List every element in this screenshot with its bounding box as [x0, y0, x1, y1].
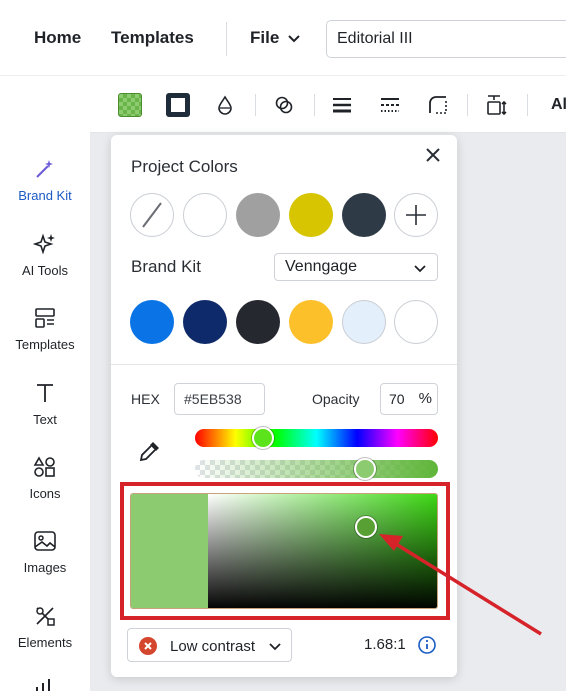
contrast-dropdown[interactable]: Low contrast	[127, 628, 292, 662]
toolbar-divider	[467, 94, 468, 116]
sidebar-item-templates[interactable]: Templates	[0, 306, 90, 354]
opacity-drop-icon	[218, 95, 232, 115]
opacity-value: 70	[389, 391, 405, 407]
border-color-icon	[166, 93, 190, 117]
hue-slider[interactable]	[195, 429, 438, 447]
low-contrast-icon	[139, 637, 157, 655]
text-icon	[37, 384, 53, 402]
element-toolbar: Al	[90, 77, 566, 133]
sidebar-item-label: Elements	[17, 635, 73, 650]
brand-color-swatch[interactable]	[289, 300, 333, 344]
mask-button[interactable]	[271, 92, 297, 118]
file-menu[interactable]: File	[250, 28, 301, 48]
nav-templates[interactable]: Templates	[111, 28, 194, 48]
sidebar-item-icons[interactable]: Icons	[0, 455, 90, 503]
line-style-button[interactable]	[377, 92, 403, 118]
swatch-no-color[interactable]	[130, 193, 174, 237]
mask-icon	[275, 96, 293, 114]
fill-color-icon	[118, 93, 142, 117]
sidebar-item-elements[interactable]: Elements	[0, 604, 90, 652]
add-color-button[interactable]	[394, 193, 438, 237]
opacity-unit: %	[418, 390, 432, 407]
close-icon[interactable]	[423, 145, 443, 165]
brand-kit-select[interactable]: Venngage	[274, 253, 438, 281]
popover-divider	[111, 364, 457, 365]
opacity-slider-handle[interactable]	[354, 458, 376, 480]
opacity-input[interactable]: 70 %	[380, 383, 438, 415]
shapes-icon	[33, 456, 55, 477]
border-color-button[interactable]	[165, 92, 191, 118]
resize-icon	[487, 95, 507, 116]
plus-icon	[406, 205, 426, 225]
hex-input[interactable]: #5EB538	[174, 383, 265, 415]
info-icon[interactable]	[417, 635, 437, 655]
opacity-slider[interactable]	[195, 460, 438, 478]
line-style-icon	[381, 98, 399, 112]
sidebar-item-label: Icons	[29, 486, 61, 501]
sparkles-icon	[33, 233, 55, 255]
brand-color-swatch[interactable]	[130, 300, 174, 344]
brand-kit-label: Brand Kit	[131, 257, 201, 276]
resize-button[interactable]	[483, 92, 509, 118]
project-color-swatch[interactable]	[289, 193, 333, 237]
saturation-picker-handle[interactable]	[355, 516, 377, 538]
brand-color-swatch[interactable]	[394, 300, 438, 344]
image-icon	[34, 531, 56, 551]
brand-color-swatch[interactable]	[183, 300, 227, 344]
chevron-down-icon	[288, 35, 301, 43]
magic-wand-icon	[36, 160, 53, 178]
file-label: File	[250, 28, 280, 47]
align-menu-label[interactable]: Al	[551, 96, 566, 114]
project-color-swatch[interactable]	[183, 193, 227, 237]
sidebar-item-label: Text	[33, 412, 57, 427]
hex-label: HEX	[131, 391, 160, 407]
contrast-ratio: 1.68:1	[364, 636, 406, 653]
toolbar-divider	[255, 94, 256, 116]
contrast-label: Low contrast	[170, 638, 256, 655]
line-weight-button[interactable]	[329, 92, 355, 118]
line-weight-icon	[333, 98, 351, 113]
sidebar-item-label: Images	[23, 560, 67, 575]
project-colors-title: Project Colors	[131, 157, 238, 176]
eyedropper-icon[interactable]	[137, 438, 163, 464]
current-color-preview	[131, 494, 208, 608]
nav-home[interactable]: Home	[34, 28, 81, 48]
top-bar: Home Templates File Editorial III	[0, 0, 566, 76]
saturation-value-area[interactable]	[208, 494, 437, 608]
saturation-picker	[130, 493, 438, 609]
sidebar-item-label: Brand Kit	[18, 188, 72, 203]
toolbar-divider	[527, 94, 528, 116]
sidebar-item-label: AI Tools	[21, 263, 68, 278]
sidebar-item-text[interactable]: Text	[0, 381, 90, 429]
opacity-label: Opacity	[312, 391, 360, 407]
templates-icon	[35, 308, 55, 328]
opacity-button[interactable]	[212, 92, 238, 118]
chevron-down-icon	[414, 265, 426, 273]
nav-divider	[226, 22, 227, 56]
corner-radius-icon	[429, 96, 447, 114]
chart-icon[interactable]	[34, 678, 56, 691]
brand-color-swatch[interactable]	[236, 300, 280, 344]
sidebar: Brand Kit AI Tools Templates Text Icons …	[0, 77, 90, 691]
toolbar-divider	[314, 94, 315, 116]
sidebar-item-ai-tools[interactable]: AI Tools	[0, 232, 90, 280]
hue-slider-handle[interactable]	[252, 427, 274, 449]
project-color-swatch[interactable]	[342, 193, 386, 237]
sidebar-item-label: Templates	[15, 337, 75, 352]
brand-kit-selected: Venngage	[285, 258, 358, 275]
sidebar-item-brand-kit[interactable]: Brand Kit	[0, 157, 90, 205]
sidebar-item-images[interactable]: Images	[0, 529, 90, 577]
fill-color-button[interactable]	[117, 92, 143, 118]
project-color-swatch[interactable]	[236, 193, 280, 237]
chevron-down-icon	[269, 643, 281, 651]
no-color-slash-icon	[142, 202, 162, 228]
brand-color-swatch[interactable]	[342, 300, 386, 344]
corner-radius-button[interactable]	[425, 92, 451, 118]
elements-icon	[36, 607, 55, 626]
document-title-input[interactable]: Editorial III	[326, 20, 566, 58]
